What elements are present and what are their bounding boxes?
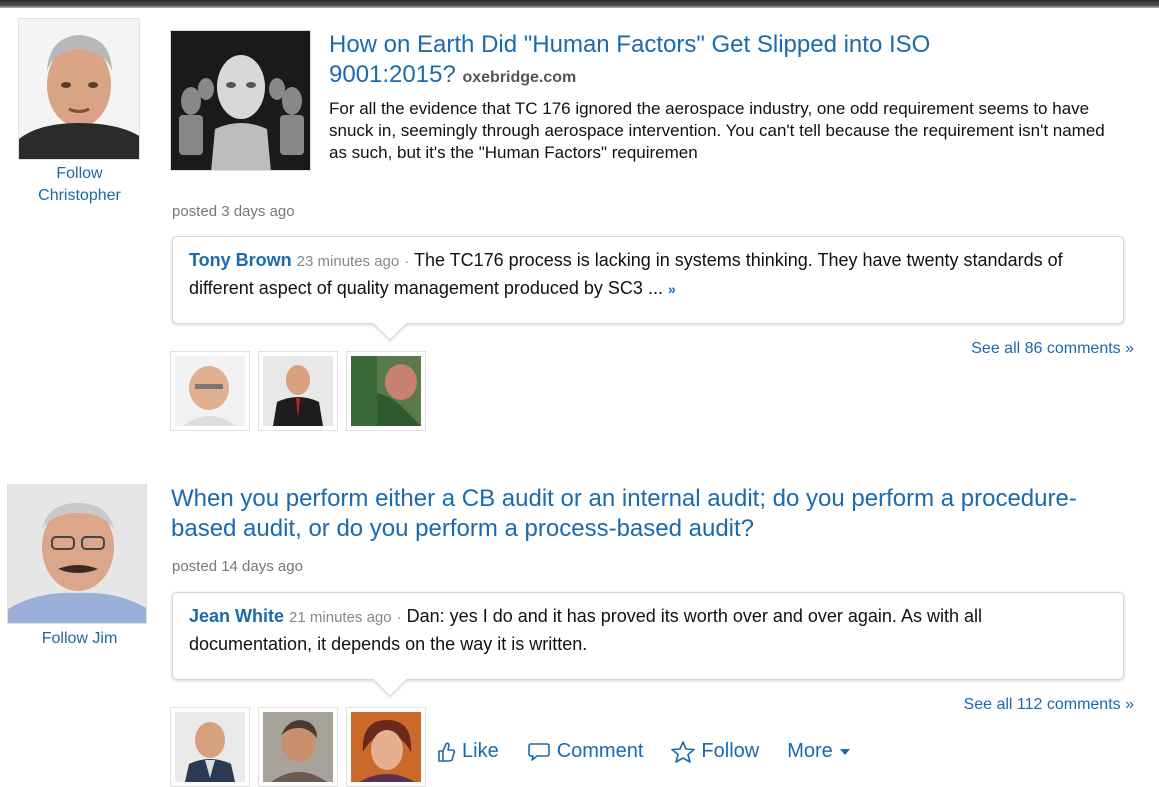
more-dropdown[interactable]: More	[787, 740, 851, 763]
commenter-name[interactable]: Tony Brown	[189, 250, 292, 270]
thumbs-up-icon	[438, 741, 456, 762]
comment-caret	[373, 663, 407, 697]
robot-image	[171, 31, 310, 170]
follow-button[interactable]: Follow	[671, 740, 759, 763]
commenter-avatar-2[interactable]	[258, 707, 338, 787]
article-title-text[interactable]: When you perform either a CB audit or an…	[171, 485, 1077, 542]
commenter-avatar-1[interactable]	[170, 351, 250, 431]
comment-caret	[373, 307, 407, 341]
like-button[interactable]: Like	[436, 740, 499, 763]
commenter-avatar-3[interactable]	[346, 351, 426, 431]
latest-comment: Jean White 21 minutes ago · Dan: yes I d…	[172, 592, 1124, 697]
author-avatar[interactable]	[7, 484, 147, 624]
article-summary: For all the evidence that TC 176 ignored…	[329, 99, 1105, 162]
more-label: More	[787, 740, 833, 762]
author-photo	[8, 485, 146, 623]
commenter-name[interactable]: Jean White	[189, 606, 284, 626]
comment-time: 21 minutes ago	[289, 609, 392, 626]
commenter-photo	[175, 712, 245, 782]
speech-bubble-icon	[527, 742, 550, 761]
comment-button[interactable]: Comment	[527, 740, 644, 763]
posted-time: posted 3 days ago	[172, 203, 295, 220]
commenter-photo	[263, 356, 333, 426]
article-title[interactable]: When you perform either a CB audit or an…	[171, 484, 1111, 544]
see-all-comments-link[interactable]: See all 86 comments »	[860, 340, 1134, 358]
article-thumbnail[interactable]	[170, 30, 311, 171]
comment-separator: ·	[396, 609, 402, 626]
commenter-avatar-1[interactable]	[170, 707, 250, 787]
commenter-photo	[351, 712, 421, 782]
follow-author-link[interactable]: Follow Jim	[22, 628, 137, 650]
commenter-photo	[175, 356, 245, 426]
posted-time: posted 14 days ago	[172, 558, 303, 575]
like-label: Like	[462, 740, 499, 762]
commenter-avatar-3[interactable]	[346, 707, 426, 787]
author-photo	[19, 19, 139, 159]
follow-label: Follow	[701, 740, 760, 762]
star-icon	[671, 740, 696, 763]
article-title[interactable]: How on Earth Did "Human Factors" Get Sli…	[329, 30, 1049, 93]
follow-author-link[interactable]: Follow Christopher	[22, 163, 137, 207]
commenter-photo	[263, 712, 333, 782]
commenter-photo	[351, 356, 421, 426]
top-border	[0, 0, 1159, 8]
article-source: oxebridge.com	[462, 69, 577, 86]
latest-comment: Tony Brown 23 minutes ago · The TC176 pr…	[172, 236, 1124, 341]
see-all-comments-link[interactable]: See all 112 comments »	[860, 696, 1134, 714]
author-avatar[interactable]	[18, 18, 140, 160]
read-more-link[interactable]: »	[668, 281, 676, 297]
comment-separator: ·	[404, 253, 410, 270]
comment-time: 23 minutes ago	[296, 253, 400, 270]
caret-down-icon	[839, 748, 850, 755]
article-title-text[interactable]: How on Earth Did "Human Factors" Get Sli…	[329, 31, 930, 88]
post-actions: Like Comment Follow More	[436, 740, 851, 763]
commenter-avatar-2[interactable]	[258, 351, 338, 431]
comment-label: Comment	[556, 740, 644, 762]
